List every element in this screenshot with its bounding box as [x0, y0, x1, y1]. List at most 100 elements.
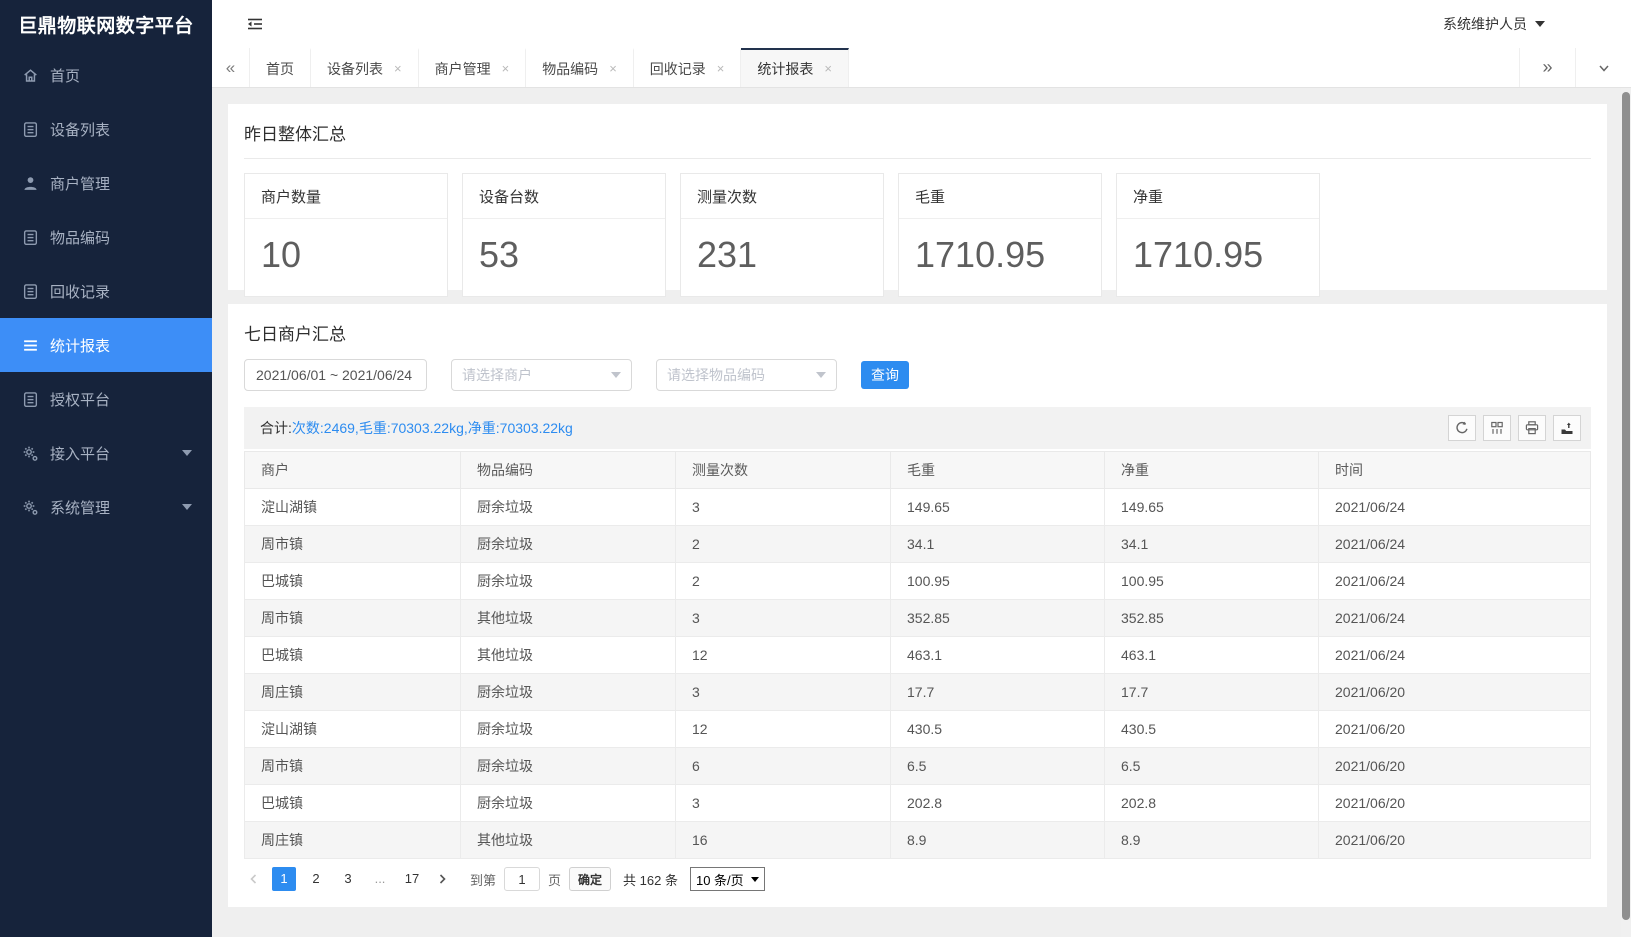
close-icon[interactable]: × [502, 61, 510, 76]
totals-prefix: 合计: [260, 420, 292, 436]
cell-time: 2021/06/20 [1319, 822, 1591, 859]
tab-home[interactable]: 首页 [250, 48, 311, 87]
column-header-net-weight: 净重 [1105, 452, 1319, 489]
cell-item-code: 厨余垃圾 [461, 526, 676, 563]
pagination-page-3[interactable]: 3 [336, 867, 360, 891]
tab-item-codes[interactable]: 物品编码 × [526, 48, 634, 87]
chevron-down-icon [182, 450, 192, 456]
print-button[interactable] [1518, 415, 1546, 441]
refresh-icon [1454, 420, 1470, 436]
columns-icon [1489, 420, 1505, 436]
cell-item-code: 厨余垃圾 [461, 489, 676, 526]
item-code-select-placeholder: 请选择物品编码 [667, 365, 765, 385]
table-row: 淀山湖镇 厨余垃圾 3 149.65 149.65 2021/06/24 [245, 489, 1591, 526]
user-menu[interactable]: 系统维护人员 [1443, 14, 1545, 34]
pagination-page-1[interactable]: 1 [272, 867, 296, 891]
scrollbar-thumb[interactable] [1622, 92, 1630, 920]
search-button[interactable]: 查询 [861, 361, 909, 389]
goto-label: 到第 [470, 870, 496, 889]
seven-day-report-title: 七日商户汇总 [244, 320, 1591, 345]
goto-confirm-button[interactable]: 确定 [569, 867, 611, 891]
totals-text: 合计:次数:2469,毛重:70303.22kg,净重:70303.22kg [260, 418, 573, 438]
tab-merchant-management[interactable]: 商户管理 × [419, 48, 527, 87]
cell-net-weight: 6.5 [1105, 748, 1319, 785]
goto-page-input[interactable] [504, 867, 540, 891]
cell-gross-weight: 149.65 [891, 489, 1105, 526]
sidebar-collapse-button[interactable] [246, 15, 264, 33]
tabs-menu-button[interactable] [1575, 48, 1631, 87]
sidebar-item-label: 接入平台 [50, 443, 110, 464]
stat-card-value: 1710.95 [1117, 219, 1319, 291]
cell-measure-count: 3 [676, 489, 891, 526]
close-icon[interactable]: × [609, 61, 617, 76]
sidebar-item-label: 商户管理 [50, 173, 110, 194]
chevron-down-icon [182, 504, 192, 510]
item-code-select[interactable]: 请选择物品编码 [656, 359, 837, 391]
pagination-page-2[interactable]: 2 [304, 867, 328, 891]
vertical-scrollbar[interactable] [1621, 88, 1631, 937]
table-row: 巴城镇 厨余垃圾 2 100.95 100.95 2021/06/24 [245, 563, 1591, 600]
sidebar-item-recycle-records[interactable]: 回收记录 [0, 264, 212, 318]
sidebar-item-authorized-platform[interactable]: 授权平台 [0, 372, 212, 426]
export-button[interactable] [1553, 415, 1581, 441]
cell-time: 2021/06/24 [1319, 600, 1591, 637]
sidebar: 巨鼎物联网数字平台 首页 设备列表 商户管理 物品编码 回收记录 统计报表 授权… [0, 0, 212, 937]
merchant-select[interactable]: 请选择商户 [451, 359, 632, 391]
column-header-merchant: 商户 [245, 452, 461, 489]
cell-merchant: 周市镇 [245, 600, 461, 637]
pagination-next-button[interactable] [432, 872, 452, 886]
tabs-scroll-right-button[interactable]: » [1519, 48, 1575, 87]
cell-gross-weight: 352.85 [891, 600, 1105, 637]
sidebar-item-access-platform[interactable]: 接入平台 [0, 426, 212, 480]
cell-net-weight: 202.8 [1105, 785, 1319, 822]
pagination-prev-button[interactable] [244, 872, 264, 886]
close-icon[interactable]: × [394, 61, 402, 76]
yesterday-summary-panel: 昨日整体汇总 商户数量 10 设备台数 53 测量次数 231 毛重 1710.… [228, 104, 1607, 290]
pagination-ellipsis: ... [368, 867, 392, 891]
tab-recycle-records[interactable]: 回收记录 × [634, 48, 742, 87]
cell-measure-count: 16 [676, 822, 891, 859]
close-icon[interactable]: × [824, 61, 832, 76]
column-header-gross-weight: 毛重 [891, 452, 1105, 489]
refresh-button[interactable] [1448, 415, 1476, 441]
sidebar-item-merchants[interactable]: 商户管理 [0, 156, 212, 210]
tab-device-list[interactable]: 设备列表 × [311, 48, 419, 87]
pagination-goto: 到第 页 确定 [470, 867, 611, 891]
cell-time: 2021/06/24 [1319, 637, 1591, 674]
sidebar-item-system-management[interactable]: 系统管理 [0, 480, 212, 534]
sidebar-item-devices[interactable]: 设备列表 [0, 102, 212, 156]
columns-button[interactable] [1483, 415, 1511, 441]
cell-time: 2021/06/20 [1319, 711, 1591, 748]
report-table: 商户 物品编码 测量次数 毛重 净重 时间 淀山湖镇 厨余垃圾 3 149.65… [244, 451, 1591, 859]
cell-gross-weight: 430.5 [891, 711, 1105, 748]
tabs-scroll-left-button[interactable]: « [212, 48, 250, 87]
sidebar-item-label: 统计报表 [50, 335, 110, 356]
cell-measure-count: 6 [676, 748, 891, 785]
cell-merchant: 淀山湖镇 [245, 711, 461, 748]
merchant-select-placeholder: 请选择商户 [462, 365, 532, 385]
table-row: 周庄镇 厨余垃圾 3 17.7 17.7 2021/06/20 [245, 674, 1591, 711]
tab-label: 设备列表 [327, 59, 383, 79]
sidebar-item-statistics[interactable]: 统计报表 [0, 318, 212, 372]
gear-icon [22, 499, 39, 516]
tab-label: 首页 [266, 59, 294, 79]
close-icon[interactable]: × [717, 61, 725, 76]
tab-label: 商户管理 [435, 59, 491, 79]
stat-cards: 商户数量 10 设备台数 53 测量次数 231 毛重 1710.95 净重 1… [244, 173, 1591, 297]
sidebar-item-label: 物品编码 [50, 227, 110, 248]
tab-statistics[interactable]: 统计报表 × [741, 48, 849, 87]
sidebar-item-home[interactable]: 首页 [0, 48, 212, 102]
stat-card-merchant-count: 商户数量 10 [244, 173, 448, 297]
date-range-input[interactable] [244, 359, 427, 391]
cell-net-weight: 8.9 [1105, 822, 1319, 859]
sidebar-item-item-codes[interactable]: 物品编码 [0, 210, 212, 264]
menu-icon [22, 337, 39, 354]
page-size-select[interactable]: 10 条/页 [690, 867, 765, 891]
cell-net-weight: 100.95 [1105, 563, 1319, 600]
cell-measure-count: 2 [676, 526, 891, 563]
totals-values: 次数:2469,毛重:70303.22kg,净重:70303.22kg [292, 420, 573, 436]
cell-merchant: 巴城镇 [245, 785, 461, 822]
cell-time: 2021/06/20 [1319, 785, 1591, 822]
stat-card-label: 测量次数 [681, 174, 883, 219]
pagination-page-17[interactable]: 17 [400, 867, 424, 891]
